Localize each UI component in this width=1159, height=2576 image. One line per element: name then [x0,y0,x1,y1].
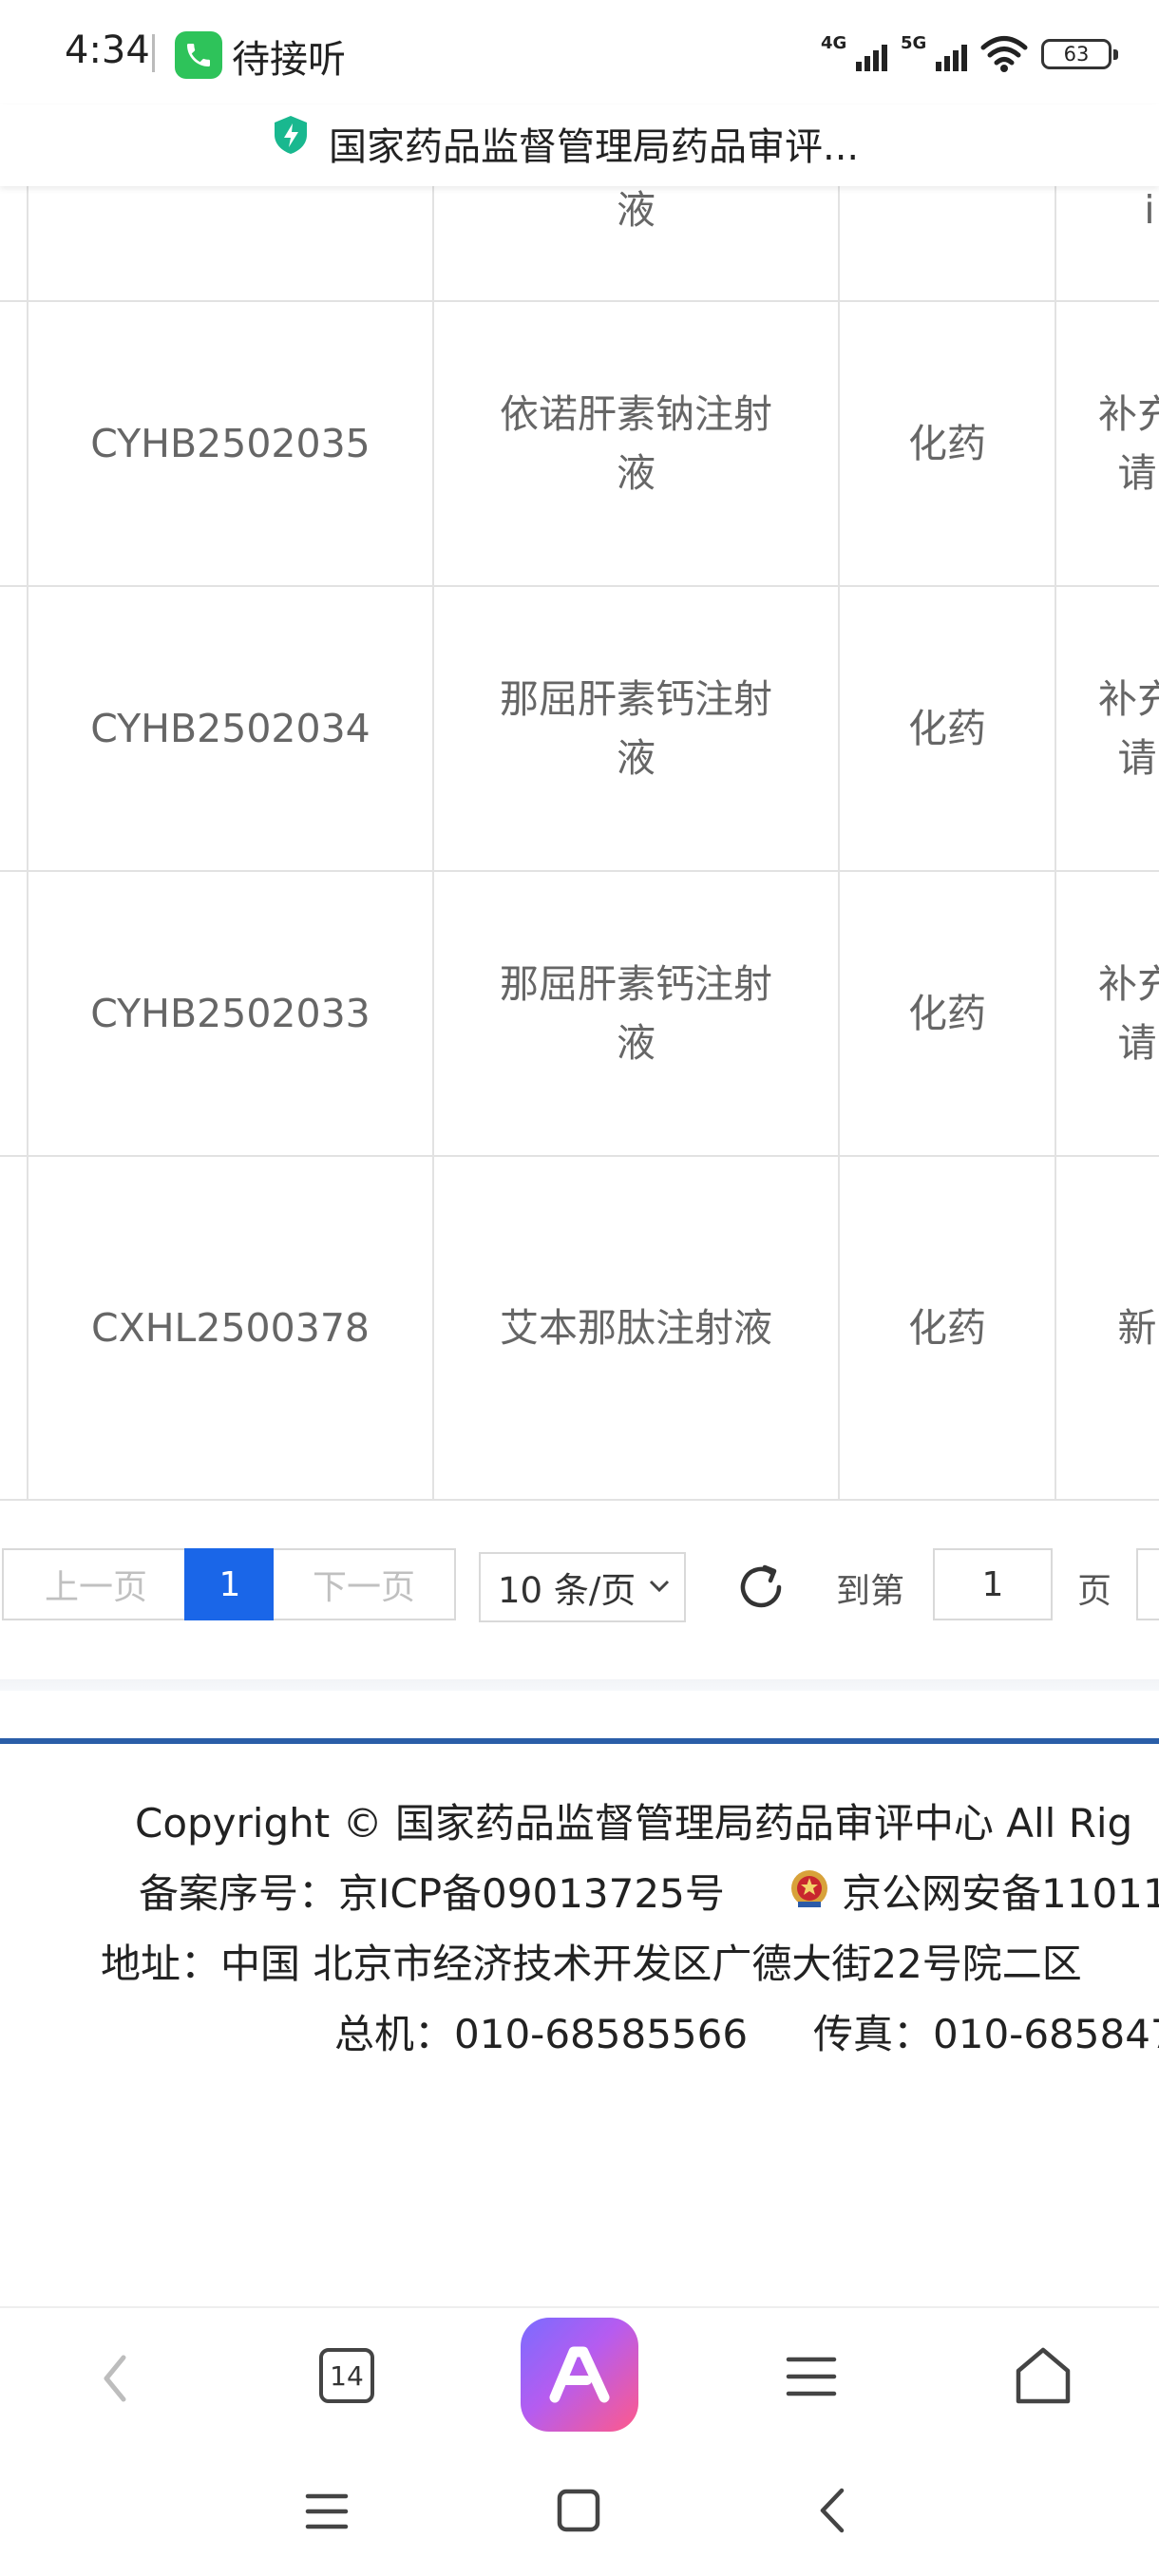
page-title: 国家药品监督管理局药品审评... [329,125,860,169]
chevron-down-icon [649,1580,670,1593]
prev-page-button[interactable]: 上一页 [2,1548,188,1620]
drug-name: 那屈肝素钙注射液 [500,961,772,1066]
status-bar: 4:34 待接听 4G 5G 63 [0,0,1159,104]
footer-phone: 总机：010-68585566 [334,2011,749,2057]
application-type: 补充请 [1098,676,1159,781]
signal-5g-icon: 5G [901,33,967,75]
police-badge-icon [791,1870,827,1907]
footer-address: 地址：中国 北京市经济技术开发区广德大街22号院二区 [101,1941,1082,1987]
pagination: 上一页 1 下一页 10 条/页 到第 1 页 [0,1503,1159,1681]
drug-name: 艾本那肽注射液 [500,1305,772,1351]
menu-icon[interactable] [785,2352,838,2401]
recent-apps-icon[interactable] [304,2491,350,2532]
goto-page-input[interactable]: 1 [933,1548,1053,1620]
footer-divider [0,1738,1159,1744]
acceptance-number: CYHB2502033 [90,991,370,1036]
acceptance-number: CYHB2502035 [90,421,370,466]
page-suffix-label: 页 [1077,1572,1112,1611]
drug-type: 化药 [908,1305,986,1351]
application-type: 补充请 [1098,961,1159,1066]
page-size-select[interactable]: 10 条/页 [479,1552,686,1622]
footer-police-record-link[interactable]: 京公网安备110115 [842,1862,1159,1920]
acceptance-number: CXHL2500378 [91,1305,370,1351]
tabs-count-button[interactable]: 14 [319,2348,374,2403]
results-table: 液 i CYHB2502035 依诺肝素钠注射液 化药 补充请 CYHB2502… [0,186,1159,1501]
battery-icon: 63 [1041,39,1118,69]
wifi-icon [980,36,1028,72]
acceptance-number: CYHB2502034 [90,706,370,751]
status-time: 4:34 [65,28,150,72]
next-page-button[interactable]: 下一页 [274,1548,456,1620]
system-back-icon[interactable] [811,2485,853,2536]
drug-type: 化药 [908,991,986,1036]
page-title-bar[interactable]: 国家药品监督管理局药品审评... [0,104,1159,186]
home-icon[interactable] [1013,2344,1074,2407]
drug-name: 那屈肝素钙注射液 [500,676,772,781]
drug-name: 依诺肝素钠注射液 [500,391,772,496]
goto-label: 到第 [836,1572,905,1611]
browser-toolbar: 14 [0,2306,1159,2443]
status-divider [152,34,155,72]
footer-copyright: Copyright © 国家药品监督管理局药品审评中心 All Rig [135,1800,1133,1847]
battery-level: 63 [1063,43,1090,66]
current-page-button[interactable]: 1 [184,1548,276,1620]
system-navigation-bar [0,2443,1159,2576]
pager-shadow [0,1679,1159,1691]
status-icons: 4G 5G 63 [821,32,1118,76]
system-home-icon[interactable] [555,2487,602,2534]
table-cell-name-partial: 液 [617,187,656,233]
phone-call-icon[interactable] [175,31,222,79]
tabs-count: 14 [330,2359,364,2392]
application-type: 补充请 [1098,391,1159,496]
back-arrow-icon[interactable] [91,2350,139,2407]
signal-4g-icon: 4G [821,33,887,75]
refresh-icon[interactable] [733,1560,788,1615]
drug-type: 化药 [908,421,986,466]
page-size-value: 10 条/页 [498,1570,636,1611]
footer-icp-link[interactable]: 备案序号：京ICP备09013725号 [139,1862,725,1920]
incoming-call-label[interactable]: 待接听 [232,28,346,84]
ai-assistant-button[interactable] [521,2318,638,2432]
goto-confirm-button[interactable] [1136,1548,1159,1620]
ai-logo-icon [549,2346,610,2403]
drug-type: 化药 [908,706,986,751]
application-type: 新 [1117,1305,1157,1351]
footer-fax: 传真：010-685847 [813,2011,1159,2057]
security-shield-icon [275,116,307,154]
table-cell-partial-col4: i [1144,187,1155,233]
